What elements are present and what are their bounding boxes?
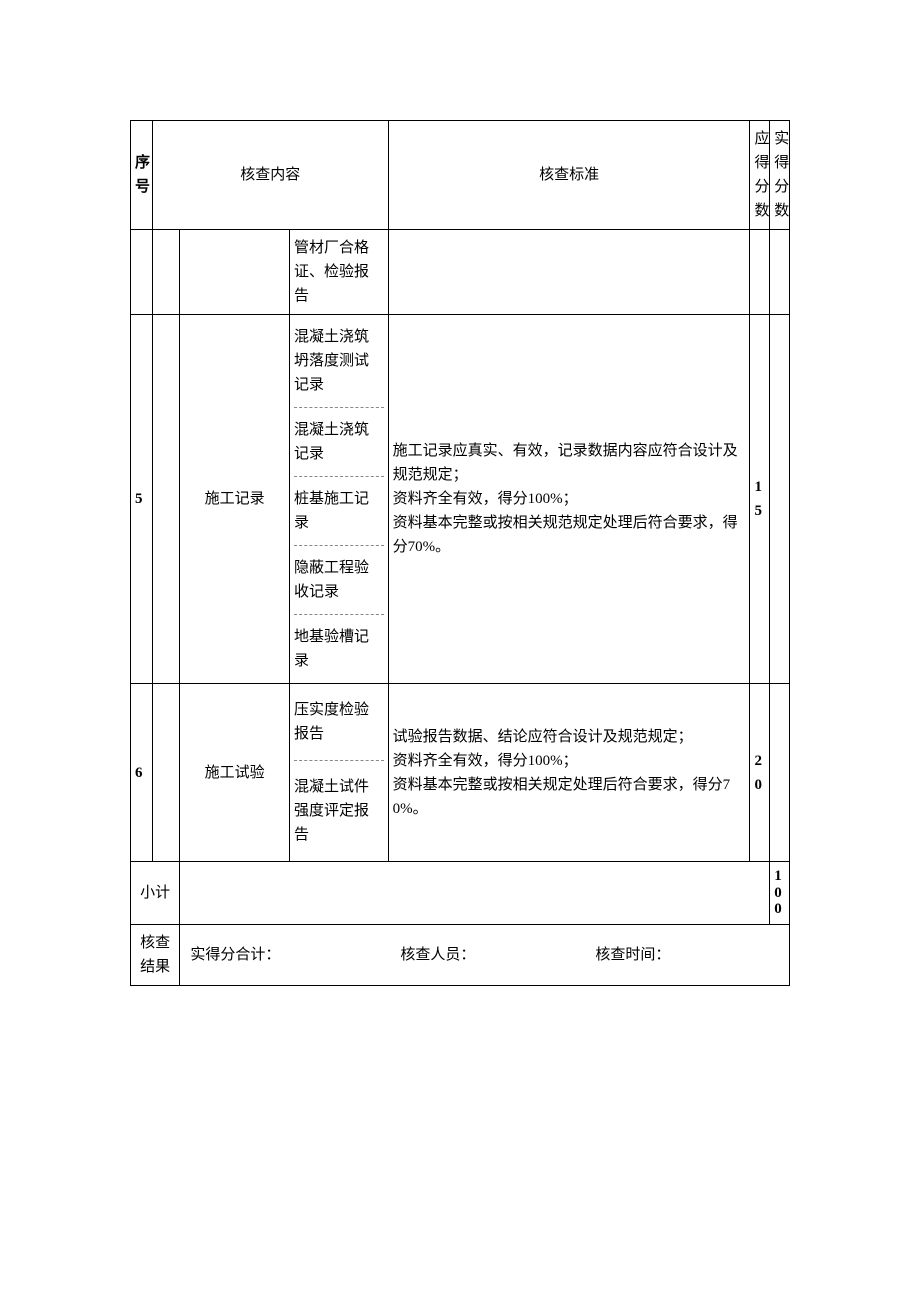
cell-subitems: 混凝土浇筑坍落度测试记录 混凝土浇筑记录 桩基施工记录 隐蔽工程验收记录 地基验… [289,315,388,684]
col-standard: 核查标准 [388,121,750,230]
cell-subitem: 管材厂合格证、检验报告 [289,230,388,315]
reviewer-label: 核查人员： [400,943,475,967]
table-row: 6 施工试验 压实度检验报告 混凝土试件强度评定报告 试验报告数据、结论应符合设… [131,684,790,862]
subitem: 压实度检验报告 [294,684,384,761]
table-row: 管材厂合格证、检验报告 [131,230,790,315]
review-time-label: 核查时间： [595,943,670,967]
cell-should-score: 20 [750,684,770,862]
subitem: 隐蔽工程验收记录 [294,546,384,615]
inspection-table: 序号 核查内容 核查标准 应得分数 实得分数 管材厂合格证、检验报告 5 施工记… [130,120,790,986]
cell-standard [388,230,750,315]
subtotal-row: 小计 100 [131,862,790,925]
actual-total-label: 实得分合计： [190,943,280,967]
cell-actual-score [770,230,790,315]
cell-should-score: 15 [750,315,770,684]
subitem: 混凝土浇筑坍落度测试记录 [294,315,384,408]
col-should-score: 应得分数 [750,121,770,230]
cell-subitems: 压实度检验报告 混凝土试件强度评定报告 [289,684,388,862]
col-actual-score: 实得分数 [770,121,790,230]
subtotal-blank [180,862,770,925]
subitem: 地基验槽记录 [294,615,384,683]
table-row: 5 施工记录 混凝土浇筑坍落度测试记录 混凝土浇筑记录 桩基施工记录 隐蔽工程验… [131,315,790,684]
col-seq: 序号 [131,121,153,230]
subitem: 混凝土试件强度评定报告 [294,761,384,861]
cell-standard: 试验报告数据、结论应符合设计及规范规定； 资料齐全有效，得分100%； 资料基本… [388,684,750,862]
col-content: 核查内容 [152,121,388,230]
cell-seq [131,230,153,315]
cell-category: 施工试验 [180,684,290,862]
result-label: 核查结果 [131,924,180,985]
cell-group [152,684,179,862]
result-row: 核查结果 实得分合计： 核查人员： 核查时间： [131,924,790,985]
table-header-row: 序号 核查内容 核查标准 应得分数 实得分数 [131,121,790,230]
cell-standard: 施工记录应真实、有效，记录数据内容应符合设计及规范规定； 资料齐全有效，得分10… [388,315,750,684]
subitem: 混凝土浇筑记录 [294,408,384,477]
cell-seq: 6 [131,684,153,862]
cell-group [152,315,179,684]
cell-should-score [750,230,770,315]
cell-category: 施工记录 [180,315,290,684]
cell-actual-score [770,684,790,862]
cell-seq: 5 [131,315,153,684]
result-content: 实得分合计： 核查人员： 核查时间： [180,924,790,985]
cell-category [180,230,290,315]
cell-actual-score [770,315,790,684]
subtotal-value: 100 [770,862,790,925]
cell-group [152,230,179,315]
document-page: 序号 核查内容 核查标准 应得分数 实得分数 管材厂合格证、检验报告 5 施工记… [0,0,920,1301]
subitem: 桩基施工记录 [294,477,384,546]
subtotal-label: 小计 [131,862,180,925]
